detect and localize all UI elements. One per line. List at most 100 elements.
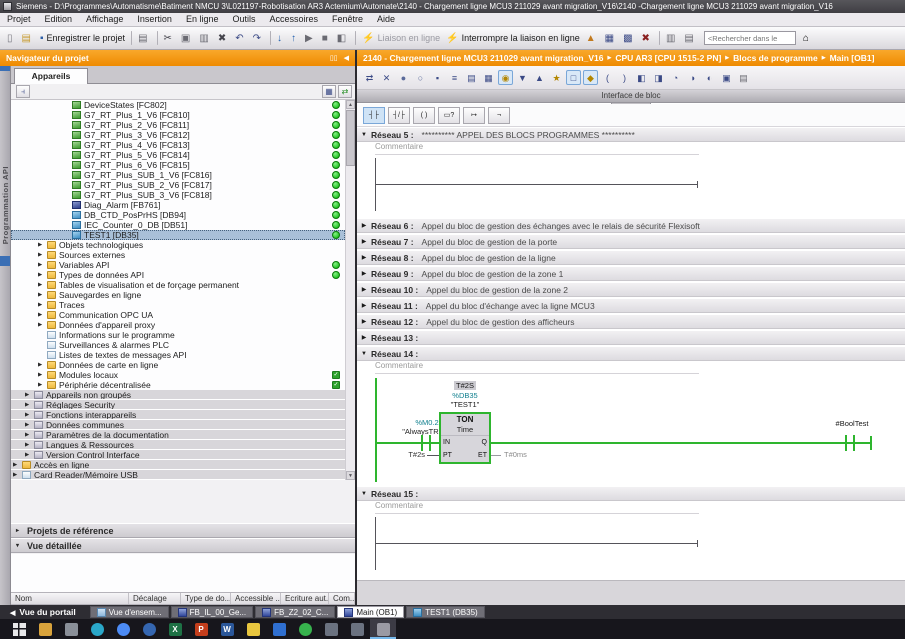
tree-item[interactable]: Listes de textes de messages API bbox=[11, 350, 345, 360]
menu-fenetre[interactable]: Fenêtre bbox=[325, 13, 370, 26]
remote-app-icon[interactable] bbox=[58, 619, 84, 639]
chevron-down-icon[interactable]: ▼ bbox=[357, 132, 371, 138]
go-offline-button[interactable]: ⚡ Interrompre la liaison en ligne bbox=[443, 30, 583, 47]
tree-item[interactable]: Version Control Interface bbox=[11, 450, 345, 460]
tree-item[interactable]: DB_CTD_PosPrHS [DB94] bbox=[11, 210, 345, 220]
ton-timer-block[interactable]: TON Time IN Q PT ET bbox=[439, 412, 491, 464]
network-row[interactable]: ▶ Réseau 11 : Appel du bloc d'échange av… bbox=[357, 298, 905, 313]
absolute-operands-toggle-icon[interactable]: □ bbox=[566, 70, 581, 85]
network-comments-toggle-icon[interactable]: ◉ bbox=[498, 70, 513, 85]
tree-item[interactable]: G7_RT_Plus_1_V6 [FC810] bbox=[11, 110, 345, 120]
messaging-app-icon[interactable] bbox=[292, 619, 318, 639]
split-editor-horizontal-icon[interactable]: ▥ bbox=[663, 30, 681, 47]
tree-item[interactable]: Communication OPC UA bbox=[11, 310, 345, 320]
empty-box-button[interactable]: ▭? bbox=[438, 107, 460, 124]
stop-cpu-icon[interactable]: ■ bbox=[319, 30, 334, 47]
close-branch-button[interactable]: ¬ bbox=[488, 107, 510, 124]
tree-filter-icon[interactable]: ⫞ bbox=[16, 85, 30, 98]
menu-projet[interactable]: Projet bbox=[0, 13, 38, 26]
tree-item[interactable]: Informations sur le programme bbox=[11, 330, 345, 340]
tab-fb-il-00[interactable]: FB_IL_00_Ge... bbox=[171, 606, 253, 618]
menu-accessoires[interactable]: Accessoires bbox=[263, 13, 326, 26]
section-vue-detaillee[interactable]: Vue détaillée bbox=[11, 538, 355, 553]
tab-vue-densemble[interactable]: Vue d'ensem... bbox=[90, 606, 169, 618]
tree-item[interactable]: G7_RT_Plus_3_V6 [FC812] bbox=[11, 130, 345, 140]
chevron-right-icon[interactable]: ▶ bbox=[357, 270, 371, 277]
home-icon[interactable]: ⌂ bbox=[800, 30, 812, 47]
expander-icon[interactable] bbox=[38, 302, 47, 308]
breadcrumb-cpu[interactable]: ▶ CPU AR3 [CPU 1515-2 PN] bbox=[603, 53, 721, 63]
cross-reference-icon[interactable]: ✕ bbox=[379, 70, 394, 85]
expander-icon[interactable] bbox=[38, 242, 47, 248]
tree-scrollbar[interactable]: ▲ ▼ bbox=[345, 100, 355, 480]
favorites-toggle-icon[interactable]: ★ bbox=[549, 70, 564, 85]
tree-item[interactable]: G7_RT_Plus_SUB_1_V6 [FC816] bbox=[11, 170, 345, 180]
network-row[interactable]: ▶ Réseau 13 : bbox=[357, 330, 905, 345]
tree-item[interactable]: Surveillances & alarmes PLC bbox=[11, 340, 345, 350]
calendar-app-icon[interactable] bbox=[266, 619, 292, 639]
expander-icon[interactable] bbox=[38, 292, 47, 298]
expander-icon[interactable] bbox=[25, 412, 34, 418]
expander-icon[interactable] bbox=[25, 422, 34, 428]
menu-outils[interactable]: Outils bbox=[225, 13, 262, 26]
redo-icon[interactable]: ↷ bbox=[250, 30, 267, 47]
portal-view-button[interactable]: ◀Vue du portail bbox=[0, 607, 76, 617]
expander-icon[interactable] bbox=[38, 282, 47, 288]
chevron-right-icon[interactable]: ▶ bbox=[357, 254, 371, 261]
menu-aide[interactable]: Aide bbox=[370, 13, 402, 26]
chevron-right-icon[interactable]: ▶ bbox=[357, 222, 371, 229]
menu-insertion[interactable]: Insertion bbox=[130, 13, 179, 26]
breadcrumb-blocks[interactable]: ▶ Blocs de programme bbox=[721, 53, 817, 63]
toolbar-separator[interactable] bbox=[355, 31, 356, 45]
open-all-networks-icon[interactable]: ▼ bbox=[515, 70, 530, 85]
output-coil[interactable] bbox=[853, 435, 855, 451]
excel-icon[interactable]: X bbox=[162, 619, 188, 639]
network-row[interactable]: ▶ Réseau 8 : Appel du bloc de gestion de… bbox=[357, 250, 905, 265]
notes-app-icon[interactable] bbox=[240, 619, 266, 639]
tree-item[interactable]: Types de données API bbox=[11, 270, 345, 280]
output-coil[interactable] bbox=[845, 435, 847, 451]
contact-nc-button[interactable]: ┤/├ bbox=[388, 107, 410, 124]
network-row[interactable]: ▶ Réseau 6 : Appel du bloc de gestion de… bbox=[357, 218, 905, 233]
chevron-right-icon[interactable]: ▶ bbox=[357, 302, 371, 309]
free-form-comments-icon[interactable]: ◆ bbox=[583, 70, 598, 85]
network-comment[interactable]: Commentaire bbox=[357, 501, 905, 514]
compare-blocks-icon[interactable]: ⇄ bbox=[362, 70, 377, 85]
chevron-right-icon[interactable]: ▶ bbox=[357, 334, 371, 341]
network-14-header[interactable]: ▼ Réseau 14 : bbox=[357, 346, 905, 361]
save-project-button[interactable]: ▪ Enregistrer le projet bbox=[37, 30, 128, 47]
network-row[interactable]: ▶ Réseau 7 : Appel du bloc de gestion de… bbox=[357, 234, 905, 249]
coil-button[interactable]: ( ) bbox=[413, 107, 435, 124]
go-online-button[interactable]: ⚡ Liaison en ligne bbox=[359, 30, 443, 47]
network-row[interactable]: ▶ Réseau 10 : Appel du bloc de gestion d… bbox=[357, 282, 905, 297]
sync-online-button[interactable]: ⇄ bbox=[338, 85, 352, 98]
undo-icon[interactable]: ↶ bbox=[232, 30, 249, 47]
diagnostics-icon[interactable]: ▲ bbox=[583, 30, 602, 47]
tree-item[interactable]: Données d'appareil proxy bbox=[11, 320, 345, 330]
empty-rung[interactable] bbox=[357, 514, 905, 576]
tree-item[interactable]: Tables de visualisation et de forçage pe… bbox=[11, 280, 345, 290]
powerpoint-icon[interactable]: P bbox=[188, 619, 214, 639]
search-input[interactable] bbox=[704, 31, 796, 45]
toolbar-separator[interactable] bbox=[157, 31, 158, 45]
expander-icon[interactable] bbox=[13, 462, 22, 468]
tab-appareils[interactable]: Appareils bbox=[14, 68, 88, 84]
toolbar-separator[interactable] bbox=[270, 31, 271, 45]
call-environment-icon[interactable]: ◧ bbox=[634, 70, 649, 85]
detail-table-column-header[interactable]: Ecriture aut... bbox=[281, 593, 329, 604]
word-icon[interactable]: W bbox=[214, 619, 240, 639]
tree-item[interactable]: G7_RT_Plus_5_V6 [FC814] bbox=[11, 150, 345, 160]
contact-no-button[interactable]: ┤├ bbox=[363, 107, 385, 124]
expander-icon[interactable] bbox=[25, 432, 34, 438]
menu-en-ligne[interactable]: En ligne bbox=[179, 13, 226, 26]
breadcrumb-main[interactable]: ▶ Main [OB1] bbox=[818, 53, 875, 63]
modify-tag-icon[interactable]: ◑ bbox=[685, 70, 700, 85]
tree-item[interactable]: Variables API bbox=[11, 260, 345, 270]
paste-icon[interactable]: ▥ bbox=[196, 30, 214, 47]
tree-item[interactable]: TEST1 [DB35] bbox=[11, 230, 345, 240]
tab-main-ob1[interactable]: Main (OB1) bbox=[337, 606, 404, 618]
network-comment[interactable]: Commentaire bbox=[357, 361, 905, 374]
snapshot-icon[interactable]: ◐ bbox=[702, 70, 717, 85]
network-row[interactable]: ▶ Réseau 9 : Appel du bloc de gestion de… bbox=[357, 266, 905, 281]
tree-item[interactable]: Paramètres de la documentation bbox=[11, 430, 345, 440]
